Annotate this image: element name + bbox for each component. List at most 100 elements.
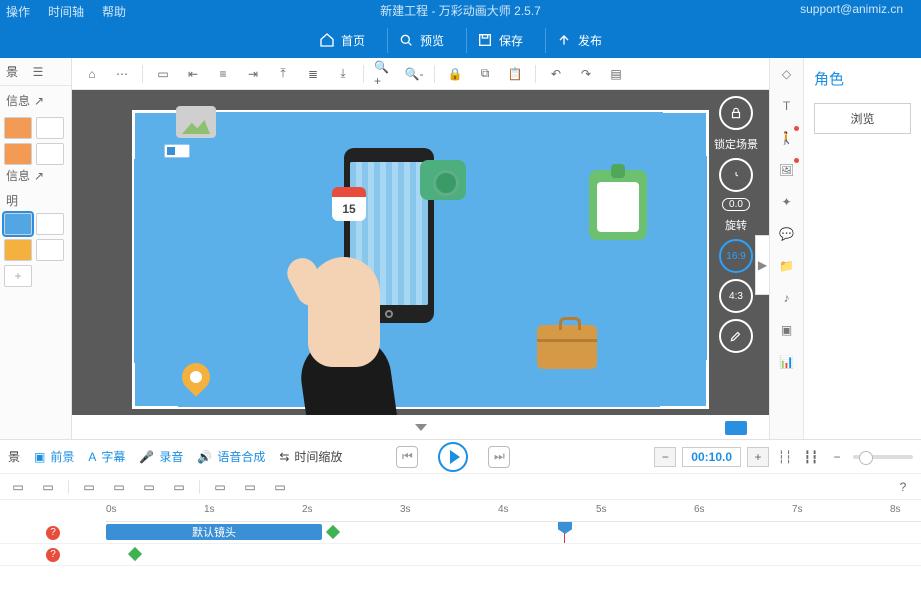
panel-title: 角色 <box>814 68 911 89</box>
scene-thumb[interactable] <box>4 143 32 165</box>
keyframe[interactable] <box>128 547 142 561</box>
folder-icon[interactable]: 📁 <box>777 256 797 276</box>
layer-icon[interactable]: ▤ <box>606 64 626 84</box>
timeline-panel: 景 ▣ 前景 A 字幕 🎤 录音 🔊 语音合成 ⇆ 时间缩放 ⏮ ⏭ − 00:… <box>0 439 921 599</box>
zoom-in-icon[interactable]: 🔍+ <box>374 64 394 84</box>
tl-tool-icon[interactable]: ▭ <box>79 477 99 497</box>
align-mid-icon[interactable]: ≣ <box>303 64 323 84</box>
publish-button[interactable]: 发布 <box>545 28 612 53</box>
paste-icon[interactable]: 📋 <box>505 64 525 84</box>
scene-thumb[interactable] <box>36 117 64 139</box>
scene-thumb[interactable] <box>4 239 32 261</box>
chevron-down-icon[interactable] <box>415 424 427 431</box>
image-icon[interactable]: 🖼 <box>777 160 797 180</box>
canvas[interactable]: 15 锁定场景 0.0 旋转 16:9 4:3 ▶ <box>72 90 769 439</box>
text-icon[interactable]: T <box>777 96 797 116</box>
tl-scene[interactable]: 景 <box>8 448 20 465</box>
effects-icon[interactable]: ✦ <box>777 192 797 212</box>
home-button[interactable]: 首页 <box>309 28 375 53</box>
tl-tool-icon[interactable]: ▭ <box>8 477 28 497</box>
tl-tool-icon[interactable]: ▭ <box>169 477 189 497</box>
align-right-icon[interactable]: ⇥ <box>243 64 263 84</box>
map-pin-graphic[interactable] <box>176 357 216 397</box>
lock-scene-button[interactable] <box>719 96 753 130</box>
shapes-icon[interactable]: ◇ <box>777 64 797 84</box>
browse-button[interactable]: 浏览 <box>814 103 911 134</box>
undo-icon[interactable]: ↶ <box>546 64 566 84</box>
tl-tool-icon[interactable]: ▭ <box>109 477 129 497</box>
chart-icon[interactable]: 📊 <box>777 352 797 372</box>
canvas-side-controls: 锁定场景 0.0 旋转 16:9 4:3 <box>709 96 763 353</box>
clipboard-graphic[interactable] <box>589 170 647 240</box>
time-plus[interactable]: + <box>747 447 769 467</box>
zoom-out-icon[interactable]: 🔍- <box>404 64 424 84</box>
calendar-icon[interactable]: 15 <box>332 187 366 221</box>
align-left-icon[interactable]: ⇤ <box>183 64 203 84</box>
scene-thumb[interactable] <box>4 117 32 139</box>
expand-handle[interactable]: ▶ <box>755 235 769 295</box>
scene-thumb[interactable] <box>36 239 64 261</box>
snap-icon[interactable]: ┆┆ <box>775 447 795 467</box>
rect-icon[interactable]: ▭ <box>153 64 173 84</box>
ruler-tick: 4s <box>498 504 509 515</box>
character-icon[interactable]: 🚶 <box>777 128 797 148</box>
scene-thumb[interactable] <box>36 143 64 165</box>
scene-thumb[interactable] <box>36 213 64 235</box>
callout-icon[interactable]: 💬 <box>777 224 797 244</box>
time-minus[interactable]: − <box>654 447 676 467</box>
help-badge[interactable]: ? <box>46 548 60 562</box>
tl-help-icon[interactable]: ? <box>893 477 913 497</box>
hand-graphic[interactable] <box>274 247 404 417</box>
briefcase-graphic[interactable] <box>537 325 597 369</box>
group-label: 信息 <box>6 92 30 109</box>
tl-foreground[interactable]: ▣ 前景 <box>34 448 74 465</box>
tl-zoom-out-icon[interactable]: − <box>827 447 847 467</box>
tl-tool-icon[interactable]: ▭ <box>38 477 58 497</box>
play-button[interactable] <box>438 442 468 472</box>
time-value: 00:10.0 <box>682 447 741 467</box>
align-center-icon[interactable]: ≡ <box>213 64 233 84</box>
tl-record[interactable]: 🎤 录音 <box>139 448 183 465</box>
more-icon[interactable]: ⋯ <box>112 64 132 84</box>
home-icon[interactable]: ⌂ <box>82 64 102 84</box>
align-top-icon[interactable]: ⤒ <box>273 64 293 84</box>
tl-tool-icon[interactable]: ▭ <box>240 477 260 497</box>
copy-icon[interactable]: ⧉ <box>475 64 495 84</box>
tl-tool-icon[interactable]: ▭ <box>210 477 230 497</box>
scene-tab[interactable]: 景 <box>6 63 18 80</box>
scene-thumb[interactable] <box>4 213 32 235</box>
keyframe[interactable] <box>326 525 340 539</box>
camera-label-icon[interactable] <box>164 144 190 158</box>
lock-icon[interactable]: 🔒 <box>445 64 465 84</box>
video-icon[interactable]: ▣ <box>777 320 797 340</box>
background-button[interactable] <box>725 421 747 435</box>
support-link[interactable]: support@animiz.cn <box>800 2 903 16</box>
tl-tts[interactable]: 🔊 语音合成 <box>197 448 265 465</box>
tl-tool-icon[interactable]: ▭ <box>139 477 159 497</box>
time-ruler[interactable]: 0s1s2s3s4s5s6s7s8s <box>106 500 921 522</box>
playhead[interactable] <box>564 522 565 543</box>
save-button[interactable]: 保存 <box>466 28 533 53</box>
camera-graphic[interactable] <box>420 160 466 200</box>
list-icon[interactable]: ☰ <box>28 62 48 82</box>
help-badge[interactable]: ? <box>46 526 60 540</box>
tl-subtitle[interactable]: A 字幕 <box>88 448 125 465</box>
next-frame-button[interactable]: ⏭ <box>488 446 510 468</box>
preview-button[interactable]: 预览 <box>387 28 454 53</box>
rotation-dial[interactable] <box>719 158 753 192</box>
redo-icon[interactable]: ↷ <box>576 64 596 84</box>
ratio-16-9[interactable]: 16:9 <box>719 239 753 273</box>
edit-button[interactable] <box>719 319 753 353</box>
music-icon[interactable]: ♪ <box>777 288 797 308</box>
tl-tool-icon[interactable]: ▭ <box>270 477 290 497</box>
tl-zoom[interactable]: ⇆ 时间缩放 <box>279 448 342 465</box>
camera-clip[interactable]: 默认镜头 <box>106 524 322 540</box>
timeline-tracks[interactable]: 0s1s2s3s4s5s6s7s8s ? 默认镜头 ? <box>0 500 921 599</box>
image-placeholder-icon[interactable] <box>176 106 216 138</box>
snap2-icon[interactable]: ┇┇ <box>801 447 821 467</box>
zoom-slider[interactable] <box>853 455 913 459</box>
prev-frame-button[interactable]: ⏮ <box>396 446 418 468</box>
ratio-4-3[interactable]: 4:3 <box>719 279 753 313</box>
add-scene[interactable]: + <box>4 265 32 287</box>
align-bot-icon[interactable]: ⤓ <box>333 64 353 84</box>
